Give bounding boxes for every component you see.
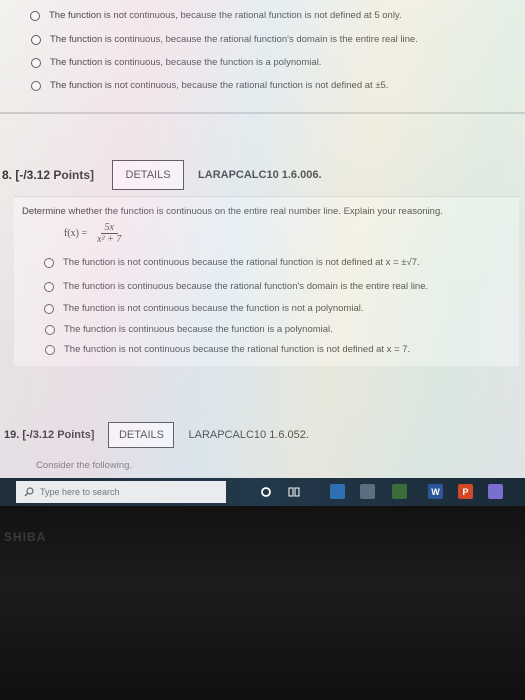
question-number-points: 19. [-/3.12 Points]	[4, 429, 95, 441]
denominator: x² + 7	[97, 234, 122, 245]
option-label: The function is not continuous because t…	[63, 303, 364, 314]
option-label: The function is continuous, because the …	[50, 57, 322, 68]
screen: The function is not continuous, because …	[0, 0, 525, 480]
search-placeholder: Type here to search	[40, 487, 120, 497]
question-19-header: 19. [-/3.12 Points] DETAILS LARAPCALC10 …	[4, 422, 309, 448]
option-q18-1[interactable]: The function is not continuous because t…	[44, 257, 420, 268]
details-button[interactable]: DETAILS	[108, 422, 175, 448]
browser-icon[interactable]	[330, 484, 345, 499]
option-q18-5[interactable]: The function is not continuous because t…	[45, 344, 410, 355]
radio-icon[interactable]	[45, 344, 55, 355]
radio-icon[interactable]	[44, 281, 54, 292]
cortana-circle-icon[interactable]	[258, 484, 273, 499]
previous-question-options: The function is not continuous, because …	[0, 0, 525, 112]
option-label: The function is not continuous, because …	[50, 80, 389, 91]
radio-icon[interactable]	[44, 303, 54, 314]
task-view-icon[interactable]	[286, 484, 301, 499]
option-label: The function is not continuous because t…	[63, 257, 420, 268]
radio-icon[interactable]	[44, 257, 54, 268]
option-label: The function is continuous because the r…	[63, 281, 429, 292]
app-icon[interactable]	[392, 484, 407, 499]
app-icon[interactable]	[488, 484, 503, 499]
option-prev-2[interactable]: The function is continuous, because the …	[31, 34, 418, 45]
radio-icon[interactable]	[30, 10, 40, 21]
radio-icon[interactable]	[45, 324, 55, 335]
option-label: The function is not continuous because t…	[64, 344, 411, 355]
question-code: LARAPCALC10 1.6.006.	[198, 169, 322, 181]
divider	[0, 112, 525, 114]
details-button[interactable]: DETAILS	[112, 160, 185, 190]
radio-icon[interactable]	[31, 57, 41, 68]
numerator: 5x	[100, 222, 118, 234]
option-prev-3[interactable]: The function is continuous, because the …	[31, 57, 321, 68]
powerpoint-icon[interactable]: P	[458, 484, 473, 499]
question-18-header: 8. [-/3.12 Points] DETAILS LARAPCALC10 1…	[2, 160, 322, 190]
question-number-points: 8. [-/3.12 Points]	[2, 168, 95, 182]
question-code: LARAPCALC10 1.6.052.	[188, 429, 309, 441]
taskbar: Type here to search W P	[0, 478, 525, 506]
laptop-bezel	[0, 506, 525, 700]
formula-lhs: f(x) =	[64, 228, 88, 239]
fraction: 5x x² + 7	[93, 222, 125, 245]
function-formula: f(x) = 5x x² + 7	[64, 222, 125, 245]
radio-icon[interactable]	[31, 80, 41, 91]
option-prev-1[interactable]: The function is not continuous, because …	[30, 10, 402, 21]
option-label: The function is continuous, because the …	[50, 34, 418, 45]
search-icon	[24, 487, 34, 497]
radio-icon[interactable]	[31, 34, 41, 45]
option-q18-2[interactable]: The function is continuous because the r…	[44, 281, 428, 292]
word-icon[interactable]: W	[428, 484, 443, 499]
question-prompt: Consider the following.	[36, 460, 133, 471]
option-label: The function is not continuous, because …	[49, 10, 402, 21]
store-icon[interactable]	[360, 484, 375, 499]
option-label: The function is continuous because the f…	[64, 324, 333, 335]
question-prompt: Determine whether the function is contin…	[22, 206, 443, 217]
brand-logo: SHIBA	[4, 530, 47, 544]
taskbar-search[interactable]: Type here to search	[16, 481, 226, 503]
option-prev-4[interactable]: The function is not continuous, because …	[31, 80, 388, 91]
option-q18-3[interactable]: The function is not continuous because t…	[44, 303, 364, 314]
option-q18-4[interactable]: The function is continuous because the f…	[45, 324, 333, 335]
